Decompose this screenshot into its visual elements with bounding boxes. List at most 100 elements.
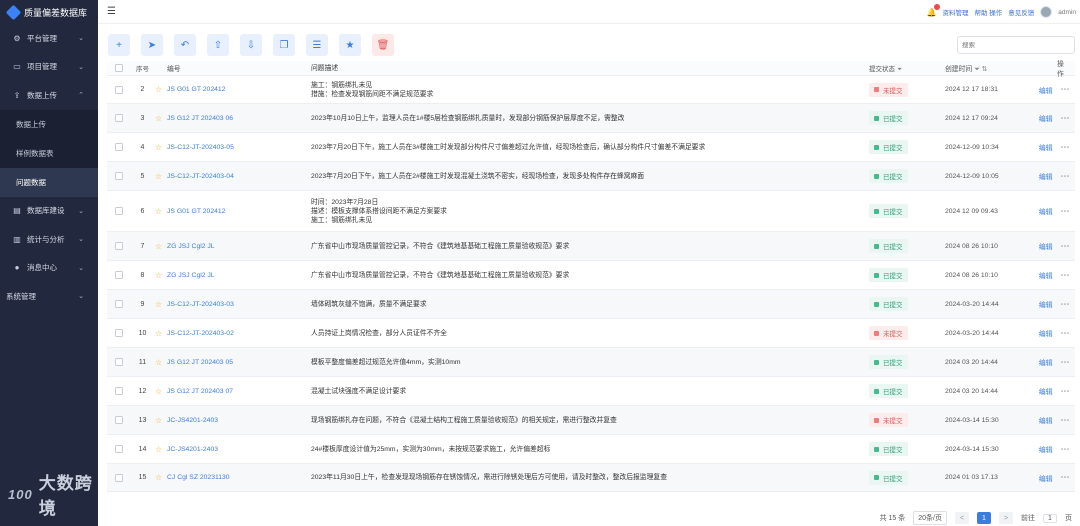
row-code-link[interactable]: JS G12 JT 202403 06: [167, 115, 311, 122]
row-code-link[interactable]: ZG JSJ Cgl2 JL: [167, 243, 311, 250]
sort-icon[interactable]: ⇅: [982, 66, 988, 73]
top-link-materials[interactable]: 资料管理: [942, 7, 968, 17]
row-checkbox[interactable]: [114, 271, 123, 279]
row-checkbox[interactable]: [114, 358, 123, 366]
more-icon[interactable]: ⋯: [1061, 328, 1071, 339]
more-icon[interactable]: ⋯: [1061, 386, 1071, 397]
star-icon[interactable]: ☆: [155, 473, 167, 482]
table-row[interactable]: 15 ☆ CJ Cgl SZ 20231130 2023年11月30日上午，检查发现现…: [107, 464, 1075, 492]
filter-icon[interactable]: ⏷: [897, 66, 902, 73]
row-checkbox[interactable]: [114, 143, 123, 151]
send-button[interactable]: ➤: [141, 34, 163, 56]
row-checkbox[interactable]: [114, 85, 123, 94]
table-row[interactable]: 5 ☆ JS-C12-JT-202403-04 2023年7月20日下午，施工人员在2…: [107, 162, 1075, 191]
sidebar-subitem-0[interactable]: 数据上传: [0, 110, 98, 139]
more-icon[interactable]: ⋯: [1061, 472, 1071, 483]
star-icon[interactable]: ☆: [155, 445, 167, 454]
table-row[interactable]: 3 ☆ JS G12 JT 202403 06 2023年10月10日上午，监理人员在…: [107, 104, 1075, 133]
row-code-link[interactable]: JS-C12-JT-202403-02: [167, 330, 311, 337]
edit-link[interactable]: 编辑: [1039, 270, 1053, 280]
row-code-link[interactable]: JS G12 JT 202403 07: [167, 388, 311, 395]
edit-link[interactable]: 编辑: [1039, 386, 1053, 396]
edit-link[interactable]: 编辑: [1039, 328, 1053, 338]
add-button[interactable]: +: [108, 34, 130, 56]
more-icon[interactable]: ⋯: [1061, 206, 1071, 217]
edit-link[interactable]: 编辑: [1039, 415, 1053, 425]
star-button[interactable]: ★: [339, 34, 361, 56]
sidebar-item-items-0[interactable]: ⚙ 平台管理 ⌄: [0, 24, 98, 53]
next-page-button[interactable]: >: [999, 512, 1013, 524]
username[interactable]: admin: [1058, 9, 1076, 16]
more-icon[interactable]: ⋯: [1061, 299, 1071, 310]
row-checkbox[interactable]: [114, 387, 123, 395]
goto-page-input[interactable]: 1: [1043, 513, 1057, 523]
sidebar-item-items2-1[interactable]: ▥ 统计与分析 ⌄: [0, 225, 98, 254]
edit-link[interactable]: 编辑: [1039, 473, 1053, 483]
table-row[interactable]: 6 ☆ JS G01 GT 202412 时间：2023年7月28日 描述：模板支撑体系…: [107, 191, 1075, 232]
row-checkbox[interactable]: [114, 172, 123, 180]
edit-link[interactable]: 编辑: [1039, 171, 1053, 181]
star-icon[interactable]: ☆: [155, 358, 167, 367]
table-row[interactable]: 11 ☆ JS G12 JT 202403 05 模板平整度偏差超过规范允许值4mm，…: [107, 348, 1075, 377]
list-button[interactable]: ☰: [306, 34, 328, 56]
edit-link[interactable]: 编辑: [1039, 444, 1053, 454]
more-icon[interactable]: ⋯: [1061, 171, 1071, 182]
more-icon[interactable]: ⋯: [1061, 415, 1071, 426]
row-code-link[interactable]: JC-JS4201-2403: [167, 417, 311, 424]
delete-button[interactable]: 🗑: [372, 34, 394, 56]
row-code-link[interactable]: JS G01 GT 202412: [167, 86, 311, 93]
star-icon[interactable]: ☆: [155, 329, 167, 338]
star-icon[interactable]: ☆: [155, 271, 167, 280]
star-icon[interactable]: ☆: [155, 242, 167, 251]
star-icon[interactable]: ☆: [155, 85, 167, 94]
sidebar-item-system[interactable]: 系统管理 ⌄: [0, 282, 98, 311]
star-icon[interactable]: ☆: [155, 207, 167, 216]
copy-button[interactable]: ❐: [273, 34, 295, 56]
select-all-checkbox[interactable]: [114, 64, 123, 72]
row-code-link[interactable]: JS G12 JT 202403 05: [167, 359, 311, 366]
row-code-link[interactable]: JC-JS4201-2403: [167, 446, 311, 453]
sidebar-item-items-2[interactable]: ⇪ 数据上传 ⌃: [0, 81, 98, 110]
menu-toggle-icon[interactable]: ☰: [107, 6, 116, 17]
row-checkbox[interactable]: [114, 300, 123, 308]
sidebar-item-items-1[interactable]: ▭ 项目管理 ⌄: [0, 53, 98, 82]
more-icon[interactable]: ⋯: [1061, 241, 1071, 252]
page-button-current[interactable]: 1: [977, 512, 991, 524]
header-time[interactable]: 创建时间 ⏷ ⇅: [945, 63, 1033, 74]
row-code-link[interactable]: JS-C12-JT-202403-03: [167, 301, 311, 308]
sidebar-subitem-1[interactable]: 样例数据表: [0, 139, 98, 168]
prev-page-button[interactable]: <: [955, 512, 969, 524]
row-code-link[interactable]: JS-C12-JT-202403-05: [167, 144, 311, 151]
table-row[interactable]: 7 ☆ ZG JSJ Cgl2 JL 广东省中山市现场质量管控记录，不符合《建筑地基基…: [107, 232, 1075, 261]
table-row[interactable]: 9 ☆ JS-C12-JT-202403-03 墙体砌筑灰缝不饱满，质量不满足要求 已提…: [107, 290, 1075, 319]
header-status[interactable]: 提交状态 ⏷: [869, 63, 945, 74]
row-code-link[interactable]: ZG JSJ Cgl2 JL: [167, 272, 311, 279]
more-icon[interactable]: ⋯: [1061, 357, 1071, 368]
upload-button[interactable]: ⇧: [207, 34, 229, 56]
star-icon[interactable]: ☆: [155, 143, 167, 152]
edit-link[interactable]: 编辑: [1039, 299, 1053, 309]
edit-link[interactable]: 编辑: [1039, 85, 1053, 95]
row-checkbox[interactable]: [114, 416, 123, 424]
table-row[interactable]: 13 ☆ JC-JS4201-2403 现场钢筋绑扎存在问题，不符合《混凝土结构工程施…: [107, 406, 1075, 435]
more-icon[interactable]: ⋯: [1061, 270, 1071, 281]
edit-link[interactable]: 编辑: [1039, 206, 1053, 216]
star-icon[interactable]: ☆: [155, 114, 167, 123]
table-row[interactable]: 2 ☆ JS G01 GT 202412 施工：钢筋绑扎未见 措施：检查发现钢筋间距不满…: [107, 76, 1075, 104]
row-code-link[interactable]: JS-C12-JT-202403-04: [167, 173, 311, 180]
table-row[interactable]: 8 ☆ ZG JSJ Cgl2 JL 广东省中山市现场质量管控记录，不符合《建筑地基基…: [107, 261, 1075, 290]
table-row[interactable]: 4 ☆ JS-C12-JT-202403-05 2023年7月20日下午，施工人员在3…: [107, 133, 1075, 162]
search-input[interactable]: [962, 41, 1074, 49]
star-icon[interactable]: ☆: [155, 300, 167, 309]
edit-link[interactable]: 编辑: [1039, 357, 1053, 367]
sidebar-item-items2-2[interactable]: ● 消息中心 ⌄: [0, 254, 98, 283]
undo-button[interactable]: ↶: [174, 34, 196, 56]
row-checkbox[interactable]: [114, 329, 123, 337]
row-code-link[interactable]: CJ Cgl SZ 20231130: [167, 474, 311, 481]
sidebar-subitem-2[interactable]: 问题数据: [0, 167, 98, 197]
more-icon[interactable]: ⋯: [1061, 113, 1071, 124]
star-icon[interactable]: ☆: [155, 172, 167, 181]
edit-link[interactable]: 编辑: [1039, 113, 1053, 123]
row-checkbox[interactable]: [114, 242, 123, 250]
top-link-help[interactable]: 帮助 操作: [974, 7, 1002, 17]
